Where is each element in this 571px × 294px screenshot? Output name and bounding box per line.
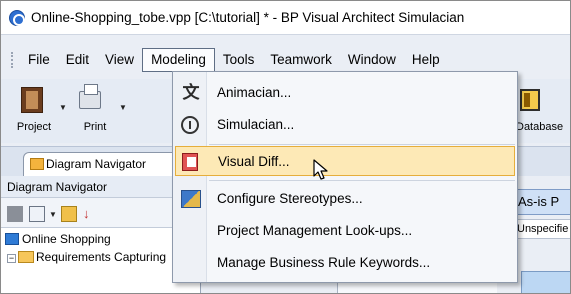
menu-item-label: Manage Business Rule Keywords... [217, 255, 431, 270]
menu-separator [209, 144, 515, 145]
menu-item-label: Animacian... [217, 85, 292, 100]
menu-item-simulacian[interactable]: Simulacian... [175, 110, 515, 140]
menubar-grip [11, 52, 14, 68]
menu-edit[interactable]: Edit [58, 48, 97, 72]
tree-item-requirements-capturing[interactable]: − Requirements Capturing [7, 248, 166, 266]
stereotypes-icon [181, 190, 201, 208]
menu-teamwork[interactable]: Teamwork [262, 48, 340, 72]
menu-item-visual-diff[interactable]: Visual Diff... [175, 146, 515, 176]
diagram-shape[interactable] [521, 271, 570, 293]
project-icon [21, 87, 43, 113]
expand-dropdown-arrow-icon[interactable]: ▼ [49, 210, 57, 219]
menu-modeling[interactable]: Modeling [142, 48, 215, 72]
folder-tool-icon[interactable] [61, 206, 77, 222]
menu-item-manage-business-rule-keywords[interactable]: Manage Business Rule Keywords... [175, 248, 515, 278]
animacian-icon: 文 [182, 83, 200, 102]
tree-item-label: Requirements Capturing [36, 250, 167, 264]
menu-window[interactable]: Window [340, 48, 404, 72]
unspecified-field[interactable]: Unspecifie [513, 219, 570, 239]
navigator-header: Diagram Navigator [1, 176, 200, 198]
project-tree-icon [5, 233, 19, 245]
visual-diff-icon [182, 153, 198, 171]
menu-item-project-management-lookups[interactable]: Project Management Look-ups... [175, 216, 515, 246]
menu-item-label: Simulacian... [217, 117, 295, 132]
menu-item-label: Configure Stereotypes... [217, 191, 363, 206]
app-logo-icon [9, 9, 25, 26]
menu-bar: File Edit View Modeling Tools Teamwork W… [1, 47, 570, 73]
window-title: Online-Shopping_tobe.vpp [C:\tutorial] *… [31, 10, 465, 25]
menu-file[interactable]: File [20, 48, 58, 72]
application-window: Online-Shopping_tobe.vpp [C:\tutorial] *… [0, 0, 571, 294]
diagram-navigator-panel: Diagram Navigator ▼ ↓ Online Shopping − R… [1, 176, 201, 293]
simulacian-icon [181, 116, 199, 134]
menu-tools[interactable]: Tools [215, 48, 263, 72]
mouse-cursor-icon [313, 159, 328, 180]
project-dropdown-arrow-icon[interactable]: ▼ [59, 103, 67, 112]
menu-help[interactable]: Help [404, 48, 448, 72]
menu-item-label: Visual Diff... [218, 154, 290, 169]
database-label: Database [516, 121, 564, 133]
menu-item-label: Project Management Look-ups... [217, 223, 413, 238]
menu-item-animacian[interactable]: 文 Animacian... [175, 78, 515, 108]
tree-item-online-shopping[interactable]: Online Shopping [5, 230, 111, 248]
print-label: Print [83, 121, 107, 133]
navigator-toolbar: ▼ ↓ [1, 198, 200, 228]
database-icon [520, 89, 540, 111]
diagram-navigator-icon [30, 158, 44, 170]
project-button[interactable]: Project [9, 81, 59, 141]
printer-icon [79, 84, 101, 109]
menu-view[interactable]: View [97, 48, 142, 72]
expand-tree-icon[interactable] [29, 206, 45, 222]
tree-expander-icon[interactable]: − [7, 254, 16, 263]
menu-item-configure-stereotypes[interactable]: Configure Stereotypes... [175, 184, 515, 214]
tab-as-is[interactable]: As-is P [511, 189, 570, 215]
database-button[interactable]: Database [516, 81, 570, 141]
tab-diagram-navigator[interactable]: Diagram Navigator [23, 152, 183, 177]
menu-separator [209, 180, 515, 181]
tab-diagram-navigator-label: Diagram Navigator [46, 157, 147, 171]
project-label: Project [16, 121, 52, 133]
title-bar: Online-Shopping_tobe.vpp [C:\tutorial] *… [1, 1, 570, 35]
modeling-menu: 文 Animacian... Simulacian... Visual Diff… [172, 71, 518, 283]
sort-icon[interactable]: ↓ [83, 206, 99, 222]
new-diagram-icon[interactable] [7, 206, 23, 222]
print-button[interactable]: Print [71, 81, 119, 141]
folder-icon [18, 251, 34, 263]
print-dropdown-arrow-icon[interactable]: ▼ [119, 103, 127, 112]
tree-item-label: Online Shopping [22, 232, 111, 246]
